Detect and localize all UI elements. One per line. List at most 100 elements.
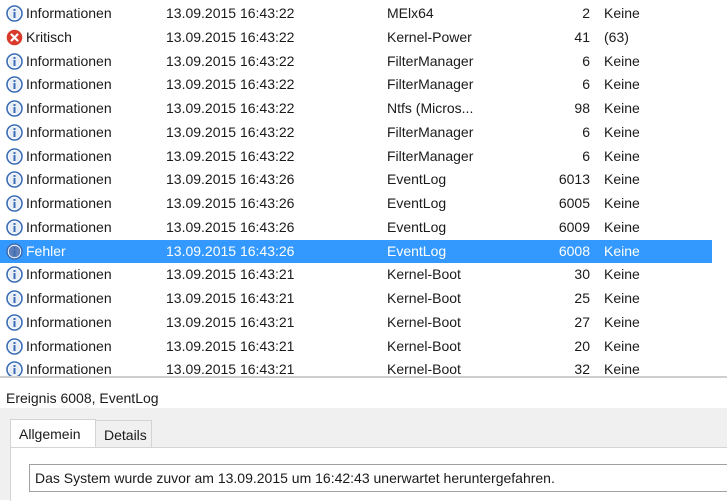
event-row[interactable]: Informationen 13.09.2015 16:43:22 FilterMa…	[0, 50, 712, 73]
info-icon	[6, 361, 23, 376]
info-icon	[6, 171, 23, 189]
event-task: Keine	[604, 5, 640, 21]
message-box[interactable]: Das System wurde zuvor am 13.09.2015 um …	[29, 464, 727, 492]
event-task: (63)	[604, 28, 629, 45]
event-id: 2	[582, 5, 590, 21]
event-source: FilterManager	[387, 123, 474, 140]
event-date: 13.09.2015 16:43:22	[166, 5, 295, 21]
event-task: Keine	[604, 361, 640, 376]
event-id: 6	[582, 147, 590, 164]
event-level: Informationen	[26, 123, 112, 140]
event-task: Keine	[604, 100, 640, 116]
event-source: EventLog	[387, 218, 447, 235]
info-icon	[6, 195, 23, 212]
tab-allgemein[interactable]: Allgemein	[10, 419, 96, 448]
event-row[interactable]: Fehler 13.09.2015 16:43:26 EventLog 6008 Kei…	[0, 239, 712, 263]
event-date: 13.09.2015 16:43:22	[166, 76, 295, 93]
event-id: 6	[582, 52, 590, 69]
event-task: Keine	[604, 123, 640, 140]
event-row[interactable]: Informationen 13.09.2015 16:43:26 EventLog…	[0, 216, 712, 239]
event-level: Informationen	[26, 52, 112, 69]
event-row[interactable]: Informationen 13.09.2015 16:43:22 FilterMa…	[0, 145, 712, 168]
event-date: 13.09.2015 16:43:22	[166, 123, 295, 140]
event-row[interactable]: Informationen 13.09.2015 16:43:26 EventLog…	[0, 192, 712, 215]
event-row[interactable]: Kritisch 13.09.2015 16:43:22 Kernel-Power 4…	[0, 26, 712, 49]
event-date: 13.09.2015 16:43:21	[166, 266, 295, 283]
tab-details[interactable]: Details	[95, 420, 152, 447]
info-icon	[6, 266, 23, 284]
event-level: Kritisch	[26, 28, 72, 45]
event-level: Informationen	[26, 313, 112, 330]
event-id: 41	[574, 28, 590, 45]
event-task: Keine	[604, 52, 640, 69]
event-task: Keine	[604, 171, 640, 188]
event-date: 13.09.2015 16:43:21	[166, 337, 295, 354]
tab-content: Das System wurde zuvor am 13.09.2015 um …	[10, 447, 727, 501]
event-level: Informationen	[26, 147, 112, 164]
event-date: 13.09.2015 16:43:22	[166, 52, 295, 69]
event-source: MElx64	[387, 5, 434, 21]
event-task: Keine	[604, 290, 640, 306]
event-list[interactable]: Informationen 13.09.2015 16:43:22 MElx64 2 K…	[0, 0, 727, 376]
event-date: 13.09.2015 16:43:26	[166, 218, 295, 235]
event-row[interactable]: Informationen 13.09.2015 16:43:21 Kernel-B…	[0, 311, 712, 334]
event-task: Keine	[604, 337, 640, 354]
event-id: 30	[574, 266, 590, 283]
event-row[interactable]: Informationen 13.09.2015 16:43:22 Ntfs (Mi…	[0, 97, 712, 120]
event-level: Informationen	[26, 266, 112, 283]
event-date: 13.09.2015 16:43:26	[166, 242, 295, 259]
event-source: EventLog	[387, 195, 447, 211]
event-level: Informationen	[26, 171, 112, 188]
event-source: FilterManager	[387, 76, 474, 93]
info-icon	[6, 313, 23, 331]
event-id: 6005	[558, 195, 590, 211]
event-date: 13.09.2015 16:43:22	[166, 100, 295, 116]
event-level: Informationen	[26, 218, 112, 235]
event-row[interactable]: Informationen 13.09.2015 16:43:22 MElx64 2 K…	[0, 2, 712, 25]
info-icon	[6, 76, 23, 94]
event-row[interactable]: Informationen 13.09.2015 16:43:21 Kernel-B…	[0, 335, 712, 358]
detail-pane: Allgemein Details Das System wurde zuvor…	[0, 408, 727, 501]
event-row[interactable]: Informationen 13.09.2015 16:43:21 Kernel-B…	[0, 263, 712, 286]
event-source: Ntfs (Micros...	[387, 100, 474, 116]
event-id: 6008	[558, 242, 590, 259]
event-source: FilterManager	[387, 52, 474, 69]
event-id: 27	[574, 313, 590, 330]
event-id: 6	[582, 123, 590, 140]
event-source: Kernel-Power	[387, 28, 472, 45]
event-task: Keine	[604, 147, 640, 164]
event-row[interactable]: Informationen 13.09.2015 16:43:22 FilterMa…	[0, 73, 712, 96]
event-id: 6009	[558, 218, 590, 235]
event-id: 6013	[558, 171, 590, 188]
event-row[interactable]: Informationen 13.09.2015 16:43:21 Kernel-B…	[0, 287, 712, 310]
event-date: 13.09.2015 16:43:26	[166, 171, 295, 188]
info-icon	[6, 218, 23, 236]
event-source: EventLog	[387, 242, 447, 259]
event-level: Informationen	[26, 290, 112, 306]
event-date: 13.09.2015 16:43:26	[166, 195, 295, 211]
info-icon	[6, 5, 23, 22]
event-message: Das System wurde zuvor am 13.09.2015 um …	[35, 470, 555, 486]
event-date: 13.09.2015 16:43:21	[166, 361, 295, 376]
event-source: FilterManager	[387, 147, 474, 164]
event-task: Keine	[604, 195, 640, 211]
info-icon	[6, 52, 23, 70]
event-source: EventLog	[387, 171, 447, 188]
event-level: Informationen	[26, 76, 112, 93]
event-level: Fehler	[26, 242, 66, 259]
event-row[interactable]: Informationen 13.09.2015 16:43:22 FilterMa…	[0, 121, 712, 144]
event-level: Informationen	[26, 361, 112, 376]
event-row[interactable]: Informationen 13.09.2015 16:43:21 Kernel-B…	[0, 358, 712, 376]
event-row[interactable]: Informationen 13.09.2015 16:43:26 EventLog…	[0, 168, 712, 191]
event-id: 25	[574, 290, 590, 306]
event-level: Informationen	[26, 5, 112, 21]
info-icon	[6, 242, 23, 260]
detail-header: Ereignis 6008, EventLog	[0, 378, 727, 408]
event-id: 6	[582, 76, 590, 93]
event-date: 13.09.2015 16:43:22	[166, 147, 295, 164]
event-source: Kernel-Boot	[387, 313, 461, 330]
event-source: Kernel-Boot	[387, 290, 461, 306]
event-task: Keine	[604, 266, 640, 283]
info-icon	[6, 337, 23, 355]
info-icon	[6, 147, 23, 165]
